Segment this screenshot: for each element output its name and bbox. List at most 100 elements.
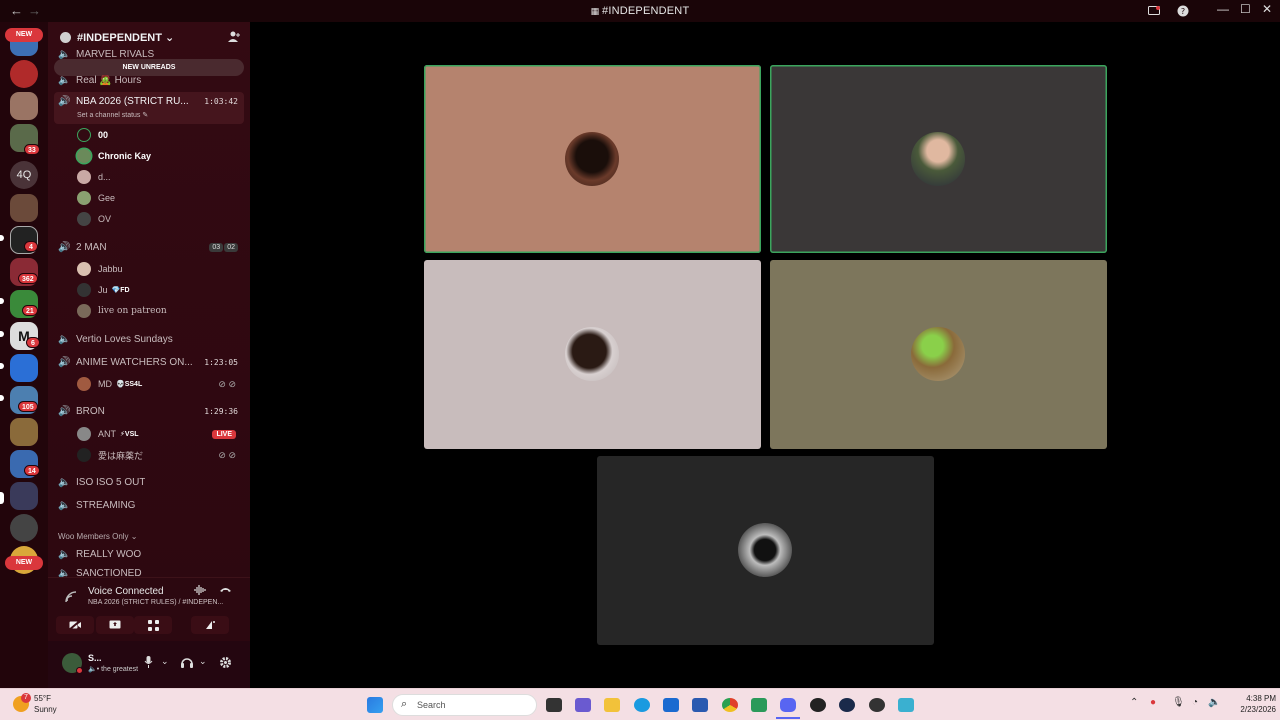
- weather-temperature[interactable]: 55°F: [34, 694, 51, 703]
- unread-dot: [0, 363, 4, 369]
- task-view-icon[interactable]: [546, 698, 562, 712]
- microphone-tray-icon[interactable]: 🎙: [1172, 697, 1185, 708]
- live-badge[interactable]: LIVE: [212, 429, 236, 439]
- server-rail: NEW 33 4Q 4 362 21 M 6 105 14 NEW: [0, 22, 48, 688]
- server-icon[interactable]: [10, 482, 38, 510]
- taskbar-search[interactable]: ⌕ Search: [392, 694, 537, 716]
- signal-icon[interactable]: [65, 591, 77, 606]
- voice-user[interactable]: Chronic Kay: [77, 147, 242, 165]
- settings-gear-icon[interactable]: [219, 656, 232, 672]
- weather-description[interactable]: Sunny: [34, 705, 57, 714]
- dnd-status-icon: [76, 667, 83, 674]
- volume-icon[interactable]: 🔈: [1208, 697, 1220, 708]
- channel-nba-2026[interactable]: 🔊 NBA 2026 (STRICT RU... 1:03:42 Set a c…: [54, 92, 244, 124]
- steam-icon[interactable]: [839, 698, 855, 712]
- voice-user[interactable]: live on patreon: [77, 302, 242, 320]
- participant-avatar: [911, 327, 965, 381]
- server-icon[interactable]: [10, 354, 38, 382]
- voice-channel-icon: 🔈: [58, 568, 71, 577]
- set-channel-status[interactable]: Set a channel status ✎: [77, 111, 148, 119]
- widgets-icon[interactable]: [575, 698, 591, 712]
- app-icon[interactable]: [751, 698, 767, 712]
- app-icon[interactable]: [810, 698, 826, 712]
- video-tile[interactable]: [770, 65, 1107, 253]
- voice-channel-icon: 🔈: [58, 499, 71, 511]
- chevron-down-icon[interactable]: ⌄: [161, 656, 169, 667]
- headphones-icon[interactable]: [181, 656, 193, 671]
- voice-user[interactable]: OV: [77, 210, 242, 228]
- channel-sanctioned[interactable]: 🔈 SANCTIONED: [54, 568, 244, 577]
- server-icon[interactable]: [10, 514, 38, 542]
- chevron-up-icon[interactable]: ⌃: [1130, 697, 1138, 708]
- video-tile[interactable]: [424, 260, 761, 449]
- channel-name: Real 🧟 Hours: [76, 74, 142, 86]
- clock-time[interactable]: 4:38 PM: [1220, 694, 1276, 703]
- voice-user[interactable]: d...: [77, 168, 242, 186]
- custom-status: 🔈• the greatest: [88, 666, 139, 673]
- screen-share-icon[interactable]: [1146, 3, 1162, 19]
- close-icon[interactable]: ✕: [1262, 2, 1272, 16]
- channel-name: STREAMING: [76, 499, 136, 511]
- voice-user[interactable]: Gee: [77, 189, 242, 207]
- channel-iso[interactable]: 🔈 ISO ISO 5 OUT: [54, 472, 244, 492]
- maximize-icon[interactable]: ☐: [1240, 2, 1251, 16]
- voice-user[interactable]: Ju 💎FD: [77, 281, 242, 299]
- file-explorer-icon[interactable]: [604, 698, 620, 712]
- channel-bron[interactable]: 🔊 BRON 1:29:36: [54, 401, 244, 421]
- user-name: ANT: [98, 429, 116, 439]
- voice-status-title: Voice Connected: [88, 586, 164, 597]
- windows-start-icon[interactable]: [367, 697, 383, 713]
- notepad-icon[interactable]: [898, 698, 914, 712]
- discord-taskbar-icon[interactable]: [780, 698, 796, 712]
- server-icon[interactable]: [10, 194, 38, 222]
- channel-2-man[interactable]: 🔊 2 MAN 03 02: [54, 237, 244, 257]
- voice-user[interactable]: MD 💀SS4L ⊘ ⊘: [77, 375, 242, 393]
- chevron-down-icon[interactable]: ⌄: [199, 656, 207, 667]
- minimize-icon[interactable]: —: [1217, 2, 1229, 16]
- channel-anime-watchers[interactable]: 🔊 ANIME WATCHERS ON... 1:23:05: [54, 352, 244, 372]
- voice-channel-icon: 🔊: [58, 96, 71, 107]
- server-icon-4q[interactable]: 4Q: [10, 161, 38, 189]
- help-icon[interactable]: ?: [1175, 3, 1191, 19]
- wifi-icon[interactable]: ◔: [1192, 697, 1198, 708]
- voice-user[interactable]: 00: [77, 126, 242, 144]
- username[interactable]: S...: [88, 653, 102, 663]
- microphone-icon[interactable]: [144, 656, 153, 671]
- video-tile[interactable]: [770, 260, 1107, 449]
- chrome-icon[interactable]: [722, 698, 738, 712]
- voice-user[interactable]: 愛は麻薬だ ⊘ ⊘: [77, 446, 242, 464]
- call-timer: 1:29:36: [204, 406, 238, 416]
- tray-app-icon[interactable]: ●: [1150, 697, 1156, 708]
- voice-channel-path[interactable]: NBA 2026 (STRICT RULES) / #INDEPEN...: [88, 599, 223, 606]
- noise-suppression-icon[interactable]: [194, 584, 206, 599]
- disconnect-icon[interactable]: [219, 584, 232, 599]
- voice-user[interactable]: ANT ⚡VSL LIVE: [77, 425, 242, 443]
- store-icon[interactable]: [663, 698, 679, 712]
- server-icon[interactable]: [10, 418, 38, 446]
- unread-dot: [0, 331, 4, 337]
- activities-button[interactable]: [134, 616, 172, 634]
- channel-vertio[interactable]: 🔈 Vertio Loves Sundays: [54, 329, 244, 349]
- category-woo-members[interactable]: Woo Members Only ⌄: [58, 532, 137, 541]
- channel-streaming[interactable]: 🔈 STREAMING: [54, 495, 244, 515]
- soundboard-button[interactable]: [191, 616, 229, 634]
- share-screen-button[interactable]: [96, 616, 134, 634]
- server-icon[interactable]: [10, 60, 38, 88]
- server-icon[interactable]: [10, 92, 38, 120]
- voice-user[interactable]: Jabbu: [77, 260, 242, 278]
- edge-browser-icon[interactable]: [634, 698, 650, 712]
- channel-real-hours[interactable]: 🔈 Real 🧟 Hours: [54, 70, 244, 90]
- clock-date[interactable]: 2/23/2026: [1220, 705, 1276, 714]
- outlook-icon[interactable]: [692, 698, 708, 712]
- camera-off-button[interactable]: [56, 616, 94, 634]
- invite-people-icon[interactable]: [228, 30, 240, 45]
- video-tile[interactable]: [424, 65, 761, 253]
- avatar: [77, 262, 91, 276]
- participant-avatar: [565, 327, 619, 381]
- video-tile[interactable]: [597, 456, 934, 645]
- discord-window: ← → ▦ #INDEPENDENT ? — ☐ ✕ NEW 33 4Q 4 3…: [0, 0, 1280, 720]
- server-name[interactable]: #INDEPENDENT ⌄: [77, 31, 174, 44]
- app-icon[interactable]: [869, 698, 885, 712]
- channel-really-woo[interactable]: 🔈 REALLY WOO: [54, 544, 244, 564]
- call-timer: 1:03:42: [204, 97, 238, 106]
